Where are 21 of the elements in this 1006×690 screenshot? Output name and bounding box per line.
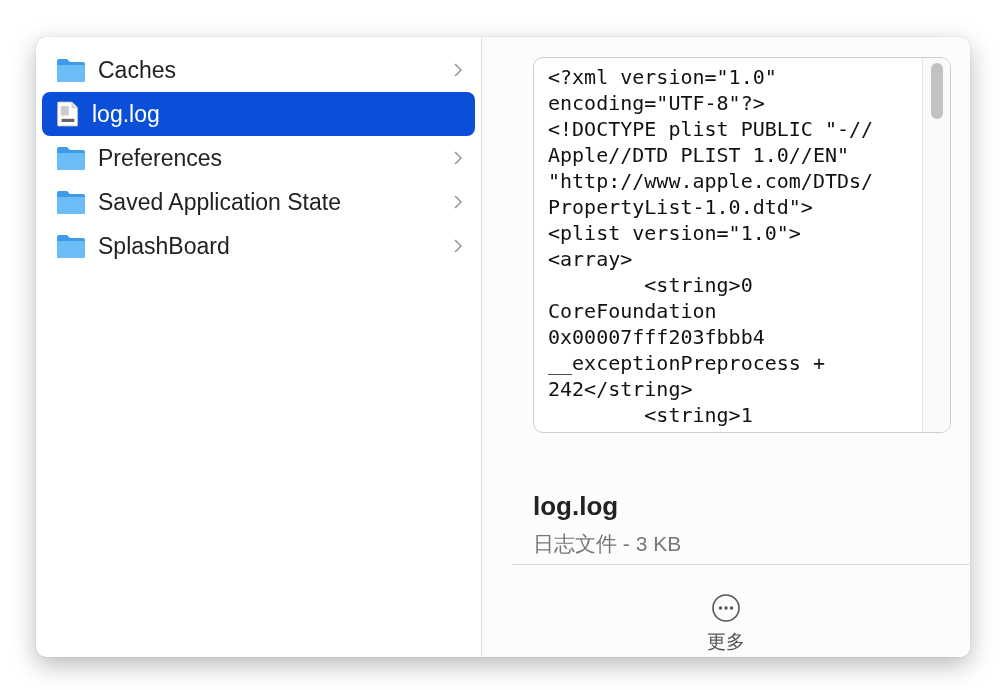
scrollbar-track[interactable] xyxy=(922,58,950,432)
file-list-item[interactable]: Caches xyxy=(42,48,475,92)
file-info: 日志文件 - 3 KB xyxy=(533,531,683,557)
more-icon xyxy=(711,593,741,623)
file-content: <?xml version="1.0" encoding="UTF-8"?> <!DOCTYPE plist PUBLIC "-// Apple//DTD PLIST 1.0//EN" "http://www.apple.com/DTDs/ PropertyList-1.0.dtd"> <plist version="1.0"> <array> <string>0 CoreFoundation 0x00007fff203fbbb4 __exceptionPreprocess + 242</string> <string>1 xyxy=(547,64,875,429)
file-title: log.log xyxy=(533,491,620,522)
file-list-item[interactable]: log.log xyxy=(42,92,475,136)
document-icon xyxy=(56,99,80,129)
chevron-icon xyxy=(453,150,463,166)
folder-icon xyxy=(56,145,86,171)
folder-icon xyxy=(56,233,86,259)
file-list-item[interactable]: Saved Application State xyxy=(42,180,475,224)
folder-icon xyxy=(56,57,86,83)
chevron-icon xyxy=(453,62,463,78)
folder-icon xyxy=(56,189,86,215)
chevron-icon xyxy=(453,238,463,254)
file-list-item[interactable]: Preferences xyxy=(42,136,475,180)
file-list-item[interactable]: SplashBoard xyxy=(42,224,475,268)
chevron-icon xyxy=(453,194,463,210)
more-button[interactable]: 更多 xyxy=(707,593,745,655)
scrollbar-thumb[interactable] xyxy=(930,63,943,119)
